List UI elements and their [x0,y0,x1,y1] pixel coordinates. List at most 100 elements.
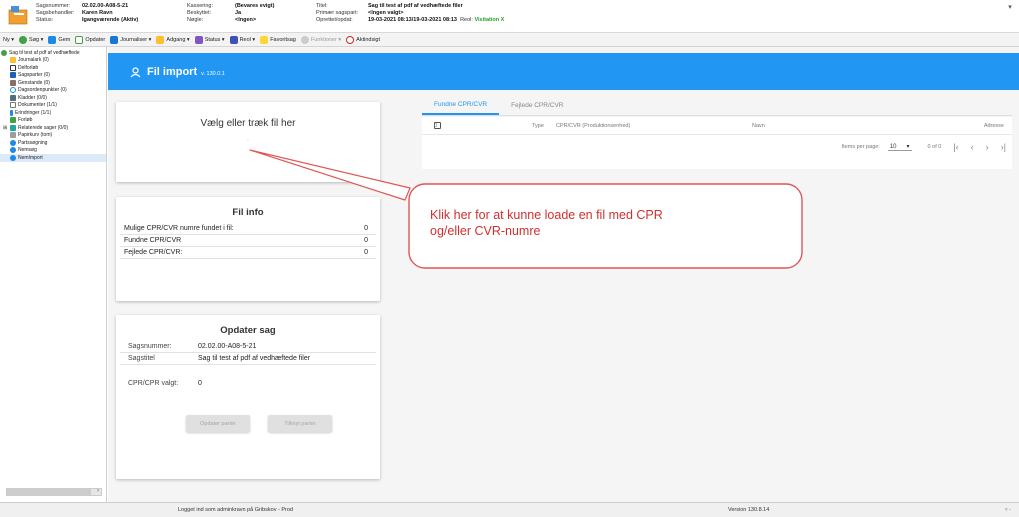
col-type[interactable]: Type [532,123,544,129]
sog-label: Søg [29,36,40,43]
toolbar-funktioner-button[interactable]: Funktioner ▾ [300,35,341,44]
selected-count: 0 [434,122,438,129]
agenda-icon [10,87,16,94]
tab-failed-cpr-cvr[interactable]: Fejlede CPR/CVR [499,95,575,115]
tree-item-dokumenter[interactable]: Dokumenter (1/1) [0,102,106,110]
tree-item-delforlob[interactable]: Delforløb [0,64,106,72]
toolbar-journaliser-button[interactable]: Journaliser ▾ [110,35,151,44]
col-navn[interactable]: Navn [752,123,765,129]
row-value: 0 [198,379,202,387]
document-icon [10,102,16,109]
first-page-icon[interactable]: |‹ [953,142,958,152]
tree-item-nemimport[interactable]: NemImport [0,154,106,162]
tree-horizontal-scrollbar[interactable]: › [6,488,102,496]
refresh-icon [75,35,84,44]
case-header: Sagsnummer: 02.02.00-A08-5-21 Sagsbehandl… [0,0,1019,33]
banner-title-text: Fil import [147,66,198,78]
beskyttet-value: Ja [235,10,242,16]
shelf-icon [229,35,238,44]
col-cpr-cvr[interactable]: CPR/CVR (Produktionsenhed) [556,123,630,129]
tree-label: Papirkurv (tom) [18,132,53,139]
tree-item-forlob[interactable]: Forløb [0,117,106,125]
file-info-row: Fejlede CPR/CVR: 0 [120,247,376,259]
file-drop-zone[interactable]: Vælg eller træk fil her . [116,102,380,182]
gem-label: Gem [58,36,71,43]
next-page-icon[interactable]: › [986,142,989,152]
file-info-row: Mulige CPR/CVR numre fundet i fil: 0 [120,223,376,235]
trash-icon [10,132,16,139]
case-tree: Sag til test af pdf af vedhæftede Journa… [0,47,107,502]
journaliser-label: Journaliser [120,36,148,43]
tab-found-cpr-cvr[interactable]: Fundne CPR/CVR [422,95,500,115]
status-bar: Logget ind som adminkravn på Gribskov - … [0,502,1019,517]
tree-item-genstande[interactable]: Genstande (0) [0,79,106,87]
cpr-row: CPR/CPR valgt: 0 [120,377,376,389]
attach-parties-button[interactable]: Tilknyt parter [268,415,332,432]
tree-item-kladder[interactable]: Kladder (0/0) [0,94,106,102]
oprettet-label: Oprettet/opdat: [316,17,353,23]
tree-item-relaterede[interactable]: ⊞ Relaterede sager (0/0) [0,124,106,132]
tree-item-erindringer[interactable]: Erindringer (1/1) [0,109,106,117]
aktindsigt-label: Aktindsigt [356,36,381,43]
toolbar-status-button[interactable]: Status ▾ [194,35,225,44]
tree-label: Forløb [18,117,33,124]
expand-icon[interactable]: ⊞ [3,125,10,131]
status-value: Igangværende (Aktiv) [82,17,139,23]
header-col-1: Sagsnummer: 02.02.00-A08-5-21 Sagsbehandl… [36,3,138,24]
chevron-down-icon: ▾ [906,144,910,150]
row-label: Fundne CPR/CVR [124,237,182,244]
update-parties-button[interactable]: Opdater parter [186,415,250,432]
toolbar-aktindsigt-button[interactable]: Aktindsigt [346,35,381,44]
tree-item-partssogning[interactable]: Partssøgning [0,139,106,147]
tree-item-sagsparter[interactable]: Sagsparter (0) [0,72,106,80]
file-import-panel: Fil import v. 130.0.1 Vælg eller træk fil… [108,47,1019,502]
prev-page-icon[interactable]: ‹ [971,142,974,152]
page-range: 0 of 0 [927,144,942,150]
items-per-page-select[interactable]: 10 ▾ [887,143,912,151]
nemsog-icon [10,147,16,154]
scroll-right-icon[interactable]: › [97,488,99,494]
toolbar-adgang-button[interactable]: Adgang ▾ [156,35,190,44]
last-page-icon[interactable]: ›| [1001,142,1006,152]
tree-item-papirkurv[interactable]: Papirkurv (tom) [0,132,106,140]
toolbar-opdater-button[interactable]: Opdater [75,35,105,44]
toolbar-gem-button[interactable]: Gem [48,35,71,44]
parties-icon [10,72,16,79]
eye-icon [346,35,355,44]
row-value: 0 [364,237,368,244]
toolbar-sog-button[interactable]: Søg ▾ [19,35,43,44]
tree-item-dagsordenpunkter[interactable]: Dagsordenpunkter (0) [0,87,106,95]
drafts-icon [10,94,16,101]
items-per-page-label: Items per page: [841,144,880,150]
kassering-label: Kassering: [187,3,213,9]
result-table: 0 Type CPR/CVR (Produktionsenhed) Navn A… [422,117,1012,169]
row-value: 0 [364,225,368,232]
scrollbar-thumb[interactable] [7,489,91,495]
tree-label: Nemsøg [18,147,37,154]
sagsbehandler-value: Karen Ravn [82,10,113,16]
search-icon [19,35,28,44]
table-header: 0 Type CPR/CVR (Produktionsenhed) Navn A… [422,117,1012,135]
tree-label: NemImport [18,154,43,161]
toolbar-ny-button[interactable]: Ny ▾ [3,37,14,43]
toolbar-favoritsag-button[interactable]: Favoritsag [260,35,296,44]
tree-label: Delforløb [18,64,39,71]
case-folder-icon [8,6,28,25]
sagsbehandler-label: Sagsbehandler: [36,10,75,16]
banner-version: v. 130.0.1 [201,70,225,77]
tree-item-nemsog[interactable]: Nemsøg [0,147,106,155]
sagsnummer-value: 02.02.00-A08-5-21 [82,3,129,9]
tree-label: Partssøgning [18,139,48,146]
tree-item-case[interactable]: Sag til test af pdf af vedhæftede [0,49,106,57]
update-case-title: Opdater sag [220,325,276,336]
toolbar-reol-button[interactable]: Reol ▾ [229,35,255,44]
tree-label: Genstande (0) [18,79,50,86]
import-person-icon [130,66,141,77]
statusbar-menu-icon[interactable]: ▿ - [1005,507,1011,513]
lock-icon [156,35,165,44]
window-dropdown-icon[interactable]: ▾ [1005,3,1015,11]
tree-item-journalark[interactable]: Journalark (0) [0,57,106,65]
tree-label: Sagsparter (0) [18,72,50,79]
drop-zone-label: Vælg eller træk fil her [200,118,296,129]
col-adresse[interactable]: Adresse [984,123,1004,129]
